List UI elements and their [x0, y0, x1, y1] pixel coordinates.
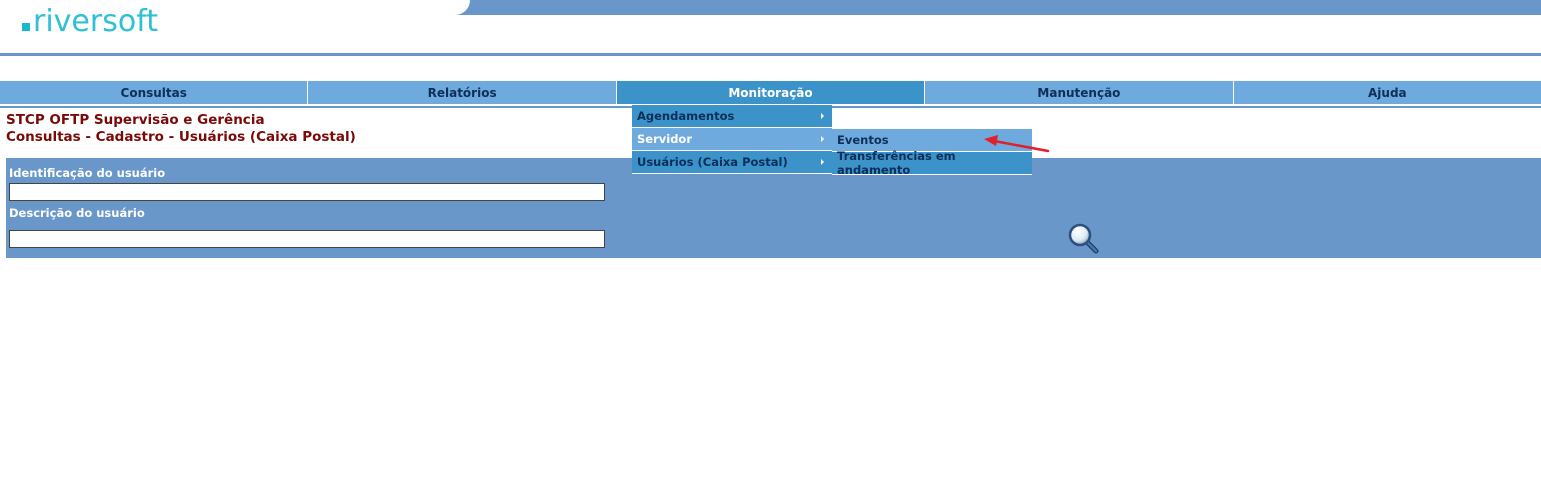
- page-title-line2: Consultas - Cadastro - Usuários (Caixa P…: [6, 129, 356, 145]
- nav-consultas[interactable]: Consultas: [0, 81, 309, 104]
- search-button[interactable]: [1067, 222, 1101, 256]
- logo-text: riversoft: [33, 4, 158, 39]
- header-divider: [0, 53, 1541, 56]
- menu-item-usuarios-caixa-postal[interactable]: Usuários (Caixa Postal): [632, 151, 832, 174]
- menu-item-agendamentos[interactable]: Agendamentos: [632, 105, 832, 128]
- nav-ajuda[interactable]: Ajuda: [1233, 81, 1541, 104]
- page-title: STCP OFTP Supervisão e Gerência Consulta…: [6, 112, 356, 146]
- user-id-label: Identificação do usuário: [9, 166, 166, 180]
- logo-dot-icon: [22, 23, 30, 31]
- chevron-right-icon: [821, 159, 824, 165]
- nav-monitoracao[interactable]: Monitoração: [616, 81, 926, 104]
- monitoracao-dropdown: Agendamentos Servidor Usuários (Caixa Po…: [632, 105, 832, 174]
- menu-item-label: Usuários (Caixa Postal): [637, 155, 788, 169]
- nav-manutencao[interactable]: Manutenção: [925, 81, 1234, 104]
- chevron-right-icon: [821, 136, 824, 142]
- red-arrow-icon: [984, 135, 1050, 153]
- main-nav: Consultas Relatórios Monitoração Manuten…: [0, 81, 1541, 104]
- user-desc-input[interactable]: [9, 230, 605, 248]
- header: riversoft: [0, 0, 1541, 57]
- menu-item-label: Servidor: [637, 132, 692, 146]
- user-desc-label: Descrição do usuário: [9, 206, 145, 220]
- menu-item-servidor[interactable]: Servidor: [632, 128, 832, 151]
- user-id-input[interactable]: [9, 183, 605, 201]
- nav-relatorios[interactable]: Relatórios: [308, 81, 617, 104]
- page-title-line1: STCP OFTP Supervisão e Gerência: [6, 112, 265, 128]
- magnifier-icon: [1068, 223, 1099, 254]
- header-top-band: [455, 0, 1541, 15]
- submenu-item-transferencias[interactable]: Transferências em andamento: [832, 149, 1032, 177]
- riversoft-logo: riversoft: [22, 2, 158, 38]
- chevron-right-icon: [821, 113, 824, 119]
- menu-item-label: Agendamentos: [637, 109, 735, 123]
